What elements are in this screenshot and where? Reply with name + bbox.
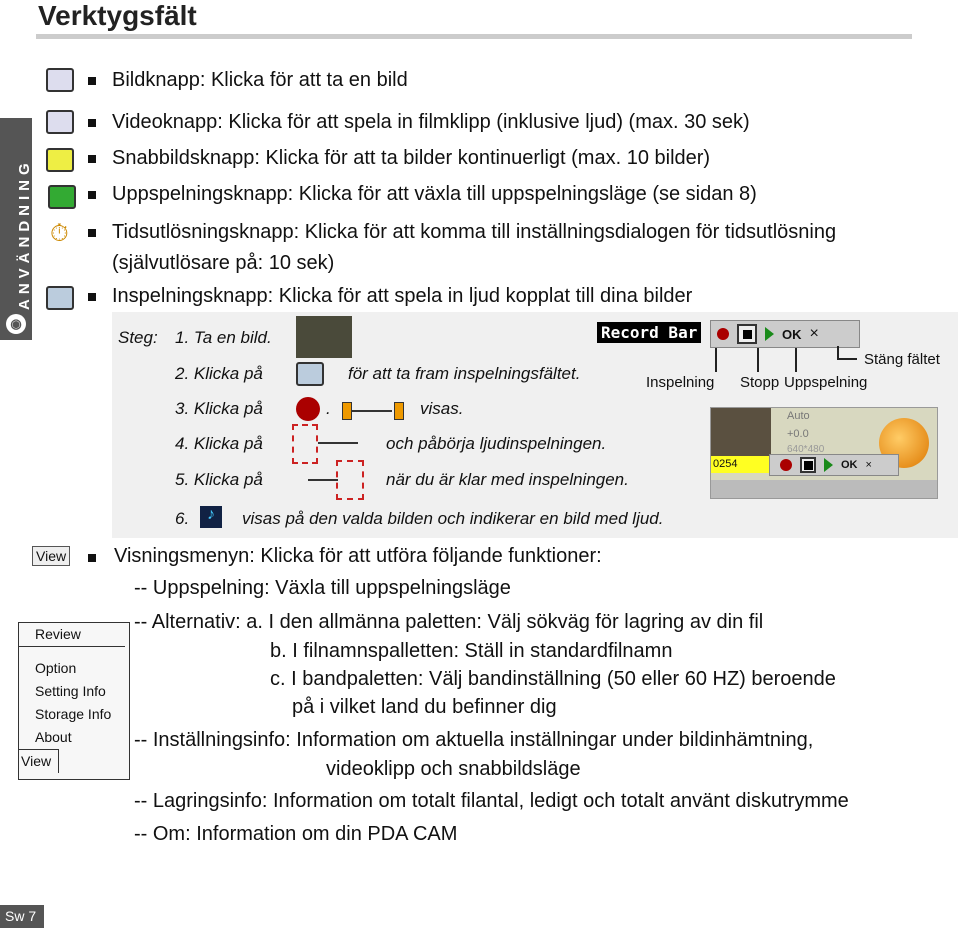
view-button[interactable]: View	[32, 546, 71, 566]
audio-note-icon: ♪	[200, 506, 222, 528]
play-button	[824, 458, 833, 472]
menu-item-review[interactable]: Review	[19, 623, 125, 647]
item-timer-cont: (självutlösare på: 10 sek)	[112, 252, 335, 274]
view-line-options-b: b. I filnamnspalletten: Ställ in standar…	[270, 640, 673, 662]
stop-button	[800, 457, 816, 473]
item-photo: Bildknapp: Klicka för att ta en bild	[112, 69, 408, 91]
close-button: ×	[865, 459, 872, 471]
menu-item-about[interactable]: About	[19, 726, 129, 749]
video-icon	[46, 110, 74, 134]
bullet	[88, 77, 96, 85]
step-2-text: för att ta fram inspelningsfältet.	[348, 364, 581, 383]
view-line-about: -- Om: Information om din PDA CAM	[134, 823, 458, 845]
camera-icon	[46, 68, 74, 92]
title-rule	[36, 34, 912, 39]
callout-line	[795, 348, 797, 372]
close-label: Stäng fältet	[864, 351, 940, 368]
slider-track	[308, 479, 338, 481]
counter: 0254	[711, 456, 769, 473]
record-bar: OK ×	[710, 320, 860, 348]
bullet	[88, 554, 96, 562]
slider-start-highlight	[292, 424, 318, 464]
play-label: Uppspelning	[784, 374, 868, 391]
page-number: Sw 7	[0, 905, 44, 928]
stop-label: Stopp	[740, 374, 780, 391]
stop-button[interactable]	[737, 324, 757, 344]
step-4: 4. Klicka på	[175, 434, 263, 453]
menu-item-option[interactable]: Option	[19, 657, 129, 680]
step-3: 3. Klicka på	[175, 399, 263, 418]
side-tab: ANVÄNDNING ◉	[0, 118, 33, 340]
callout-line	[715, 348, 717, 372]
menu-item-storage-info[interactable]: Storage Info	[19, 703, 129, 726]
record-label: Inspelning	[646, 374, 715, 391]
bullet	[88, 293, 96, 301]
toolbar-preview	[711, 480, 937, 498]
record-bar-label: Record Bar	[597, 322, 702, 343]
ev-value: +0.0	[787, 428, 809, 440]
view-menu: Review Option Setting Info Storage Info …	[18, 622, 130, 780]
step-6-text: visas på den valda bilden och indikerar …	[242, 509, 664, 528]
play-button[interactable]	[765, 327, 774, 341]
photo-thumbnail	[296, 316, 352, 358]
view-intro: Visningsmenyn: Klicka för att utföra föl…	[114, 545, 602, 567]
close-button[interactable]: ×	[810, 325, 819, 343]
record-button[interactable]	[717, 328, 729, 340]
item-video: Videoknapp: Klicka för att spela in film…	[112, 111, 750, 133]
item-burst: Snabbildsknapp: Klicka för att ta bilder…	[112, 147, 711, 169]
record-button	[780, 459, 792, 471]
bullet	[88, 119, 96, 127]
playback-icon	[48, 185, 76, 209]
side-tab-label: ANVÄNDNING	[16, 158, 33, 310]
steps-label: Steg:	[118, 328, 158, 347]
record-bar-preview: OK ×	[769, 454, 899, 476]
menu-tab-view[interactable]: View	[19, 749, 59, 773]
screen-preview: Auto +0.0 640*480 0254 OK ×	[710, 407, 938, 499]
step-6: 6.	[175, 509, 190, 528]
view-line-setting-info-2: videoklipp och snabbildsläge	[326, 758, 581, 780]
view-line-options-c2: på i vilket land du befinner dig	[292, 696, 557, 718]
view-line-setting-info: -- Inställningsinfo: Information om aktu…	[134, 729, 814, 751]
item-record: Inspelningsknapp: Klicka för att spela i…	[112, 285, 693, 307]
record-icon	[46, 286, 74, 310]
ok-button: OK	[841, 459, 858, 471]
step-5-text: när du är klar med inspelningen.	[386, 470, 629, 489]
camera-badge-icon: ◉	[6, 314, 26, 334]
item-playback: Uppspelningsknapp: Klicka för att växla …	[112, 183, 757, 205]
step-3-text: visas.	[420, 399, 464, 418]
step-5: 5. Klicka på	[175, 470, 263, 489]
record-dot-icon	[296, 397, 320, 421]
callout-line	[837, 346, 857, 360]
item-timer: Tidsutlösningsknapp: Klicka för att komm…	[112, 221, 837, 243]
page-title: Verktygsfält	[38, 0, 197, 31]
step-2: 2. Klicka på	[175, 364, 263, 383]
view-line-storage-info: -- Lagringsinfo: Information om totalt f…	[134, 790, 849, 812]
view-line-options-c: c. I bandpaletten: Välj bandinställning …	[270, 668, 836, 690]
bullet	[88, 191, 96, 199]
menu-item-setting-info[interactable]: Setting Info	[19, 680, 129, 703]
view-line-options: -- Alternativ: a. I den allmänna palette…	[134, 611, 764, 633]
record-icon	[296, 362, 324, 386]
bullet	[88, 155, 96, 163]
awb-value: Auto	[787, 410, 810, 422]
bullet	[88, 229, 96, 237]
timer-icon: ⏱	[50, 220, 69, 247]
ok-button[interactable]: OK	[782, 327, 802, 342]
slider-icon	[342, 400, 404, 420]
slider-track	[318, 442, 358, 444]
callout-line	[757, 348, 759, 372]
step-3-dot: .	[326, 399, 331, 418]
step-4-text: och påbörja ljudinspelningen.	[386, 434, 607, 453]
step-1: 1. Ta en bild.	[175, 328, 272, 347]
view-line-playback: -- Uppspelning: Växla till uppspelningsl…	[134, 577, 511, 599]
slider-end-highlight	[336, 460, 364, 500]
burst-icon	[46, 148, 74, 172]
